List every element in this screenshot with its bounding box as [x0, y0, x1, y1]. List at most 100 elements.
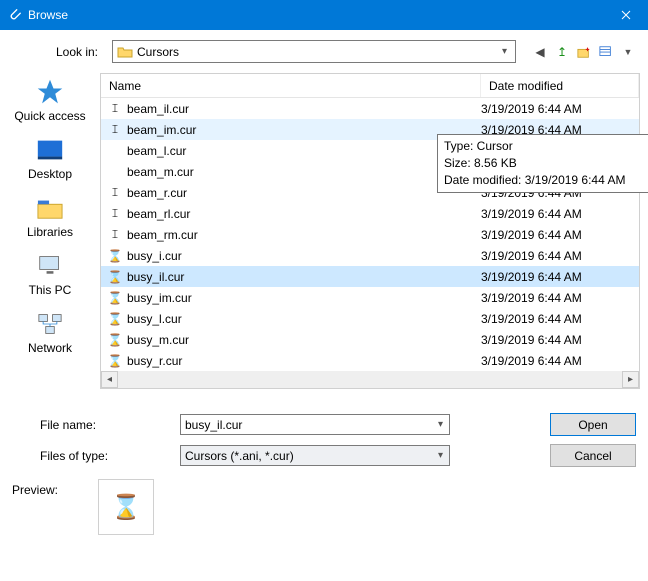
chevron-down-icon[interactable]: ▾ [436, 450, 445, 461]
file-tooltip: Type: Cursor Size: 8.56 KB Date modified… [437, 134, 648, 193]
file-name: busy_im.cur [127, 291, 481, 305]
preview-label: Preview: [12, 479, 90, 497]
file-date: 3/19/2019 6:44 AM [481, 207, 639, 221]
network-icon [33, 309, 67, 339]
file-name: beam_im.cur [127, 123, 481, 137]
file-date: 3/19/2019 6:44 AM [481, 291, 639, 305]
files-of-type-value: Cursors (*.ani, *.cur) [185, 449, 436, 463]
scroll-left-icon[interactable]: ◂ [101, 371, 118, 388]
this-pc-icon [33, 251, 67, 281]
list-header[interactable]: Name Date modified [101, 74, 639, 98]
file-date: 3/19/2019 6:44 AM [481, 102, 639, 116]
cursor-file-icon: 𝙸 [107, 122, 123, 137]
close-button[interactable] [603, 0, 648, 30]
file-name: busy_l.cur [127, 312, 481, 326]
bottom-controls: File name: busy_il.cur ▾ Open Files of t… [0, 403, 648, 473]
place-label: Libraries [27, 225, 73, 239]
back-icon[interactable]: ◀ [532, 44, 548, 60]
cursor-file-icon: 𝙸 [107, 206, 123, 221]
file-date: 3/19/2019 6:44 AM [481, 333, 639, 347]
file-row[interactable]: ⌛ busy_r.cur3/19/2019 6:44 AM [101, 350, 639, 371]
place-network[interactable]: Network [28, 309, 72, 355]
file-list[interactable]: Name Date modified 𝙸beam_il.cur3/19/2019… [100, 73, 640, 389]
place-desktop[interactable]: Desktop [28, 135, 72, 181]
file-row[interactable]: ⌛ busy_im.cur3/19/2019 6:44 AM [101, 287, 639, 308]
files-of-type-label: Files of type: [12, 449, 172, 463]
up-icon[interactable]: ↥ [554, 44, 570, 60]
preview-row: Preview: ⌛ [0, 473, 648, 545]
file-date: 3/19/2019 6:44 AM [481, 270, 639, 284]
file-name: beam_r.cur [127, 186, 481, 200]
quick-access-icon [33, 77, 67, 107]
place-label: Network [28, 341, 72, 355]
file-row[interactable]: 𝙸beam_il.cur3/19/2019 6:44 AM [101, 98, 639, 119]
preview-box: ⌛ [98, 479, 154, 535]
file-date: 3/19/2019 6:44 AM [481, 354, 639, 368]
cursor-file-icon: ⌛ [107, 354, 123, 368]
file-name: busy_m.cur [127, 333, 481, 347]
file-date: 3/19/2019 6:44 AM [481, 312, 639, 326]
file-name: busy_i.cur [127, 249, 481, 263]
nav-icons: ◀ ↥ ▼ [524, 44, 636, 60]
horizontal-scrollbar[interactable]: ◂ ▸ [101, 371, 639, 388]
file-row[interactable]: 𝙸beam_rm.cur3/19/2019 6:44 AM [101, 224, 639, 245]
preview-cursor-icon: ⌛ [111, 493, 141, 522]
places-bar: Quick access Desktop Libraries This PC N… [0, 73, 100, 403]
title-bar: Browse [0, 0, 648, 30]
tooltip-size: Size: 8.56 KB [444, 155, 648, 172]
file-row[interactable]: ⌛ busy_m.cur3/19/2019 6:44 AM [101, 329, 639, 350]
views-chevron-icon[interactable]: ▼ [620, 44, 636, 60]
files-of-type-combo[interactable]: Cursors (*.ani, *.cur) ▾ [180, 445, 450, 466]
file-name: beam_il.cur [127, 102, 481, 116]
file-date: 3/19/2019 6:44 AM [481, 249, 639, 263]
place-label: Desktop [28, 167, 72, 181]
file-name-value: busy_il.cur [185, 418, 436, 432]
open-button[interactable]: Open [550, 413, 636, 436]
cursor-file-icon: ⌛ [107, 249, 123, 263]
look-in-bar: Look in: Cursors ▾ ◀ ↥ ▼ [0, 30, 648, 73]
tooltip-date: Date modified: 3/19/2019 6:44 AM [444, 172, 648, 189]
file-name: beam_rl.cur [127, 207, 481, 221]
attachment-icon [8, 8, 22, 22]
cancel-button[interactable]: Cancel [550, 444, 636, 467]
file-name-label: File name: [12, 418, 172, 432]
file-name-input[interactable]: busy_il.cur ▾ [180, 414, 450, 435]
cursor-file-icon: ⌛ [107, 333, 123, 347]
column-date-modified[interactable]: Date modified [481, 74, 639, 97]
place-label: Quick access [14, 109, 85, 123]
place-libraries[interactable]: Libraries [27, 193, 73, 239]
file-date: 3/19/2019 6:44 AM [481, 228, 639, 242]
file-name: busy_r.cur [127, 354, 481, 368]
look-in-value: Cursors [137, 45, 498, 59]
chevron-down-icon: ▾ [498, 46, 511, 57]
middle-area: Quick access Desktop Libraries This PC N… [0, 73, 648, 403]
cursor-file-icon: 𝙸 [107, 227, 123, 242]
file-row[interactable]: ⌛ busy_l.cur3/19/2019 6:44 AM [101, 308, 639, 329]
file-row[interactable]: 𝙸beam_rl.cur3/19/2019 6:44 AM [101, 203, 639, 224]
cursor-file-icon: 𝙸 [107, 185, 123, 200]
scroll-track[interactable] [118, 371, 622, 388]
file-name: busy_il.cur [127, 270, 481, 284]
place-quick-access[interactable]: Quick access [14, 77, 85, 123]
desktop-icon [33, 135, 67, 165]
cursor-file-icon: ⌛ [107, 312, 123, 326]
tooltip-type: Type: Cursor [444, 138, 648, 155]
views-icon[interactable] [598, 44, 614, 60]
look-in-combo[interactable]: Cursors ▾ [112, 40, 516, 63]
scroll-right-icon[interactable]: ▸ [622, 371, 639, 388]
file-name: beam_m.cur [127, 165, 481, 179]
cursor-file-icon: ⌛ [107, 270, 123, 284]
cursor-file-icon: ⌛ [107, 291, 123, 305]
file-row[interactable]: ⌛ busy_il.cur3/19/2019 6:44 AM [101, 266, 639, 287]
chevron-down-icon[interactable]: ▾ [436, 419, 445, 430]
file-row[interactable]: ⌛ busy_i.cur3/19/2019 6:44 AM [101, 245, 639, 266]
window-title: Browse [28, 8, 603, 22]
cursor-file-icon: 𝙸 [107, 101, 123, 116]
folder-icon [117, 44, 133, 60]
place-this-pc[interactable]: This PC [29, 251, 72, 297]
libraries-icon [33, 193, 67, 223]
new-folder-icon[interactable] [576, 44, 592, 60]
column-name[interactable]: Name [101, 74, 481, 97]
place-label: This PC [29, 283, 72, 297]
file-name: beam_rm.cur [127, 228, 481, 242]
